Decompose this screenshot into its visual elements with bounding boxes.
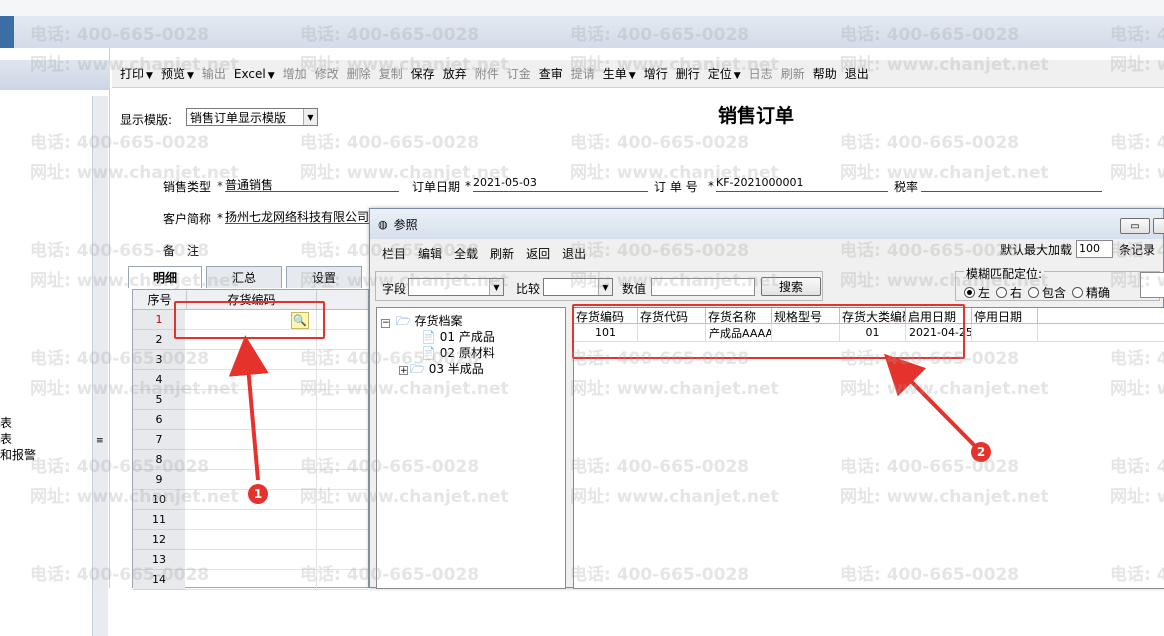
step-badge-2: 2 bbox=[971, 442, 991, 462]
arrow-1 bbox=[228, 335, 269, 481]
annotation-arrows bbox=[228, 335, 977, 481]
step-badge-1: 1 bbox=[248, 484, 268, 504]
arrow-2 bbox=[883, 353, 977, 448]
